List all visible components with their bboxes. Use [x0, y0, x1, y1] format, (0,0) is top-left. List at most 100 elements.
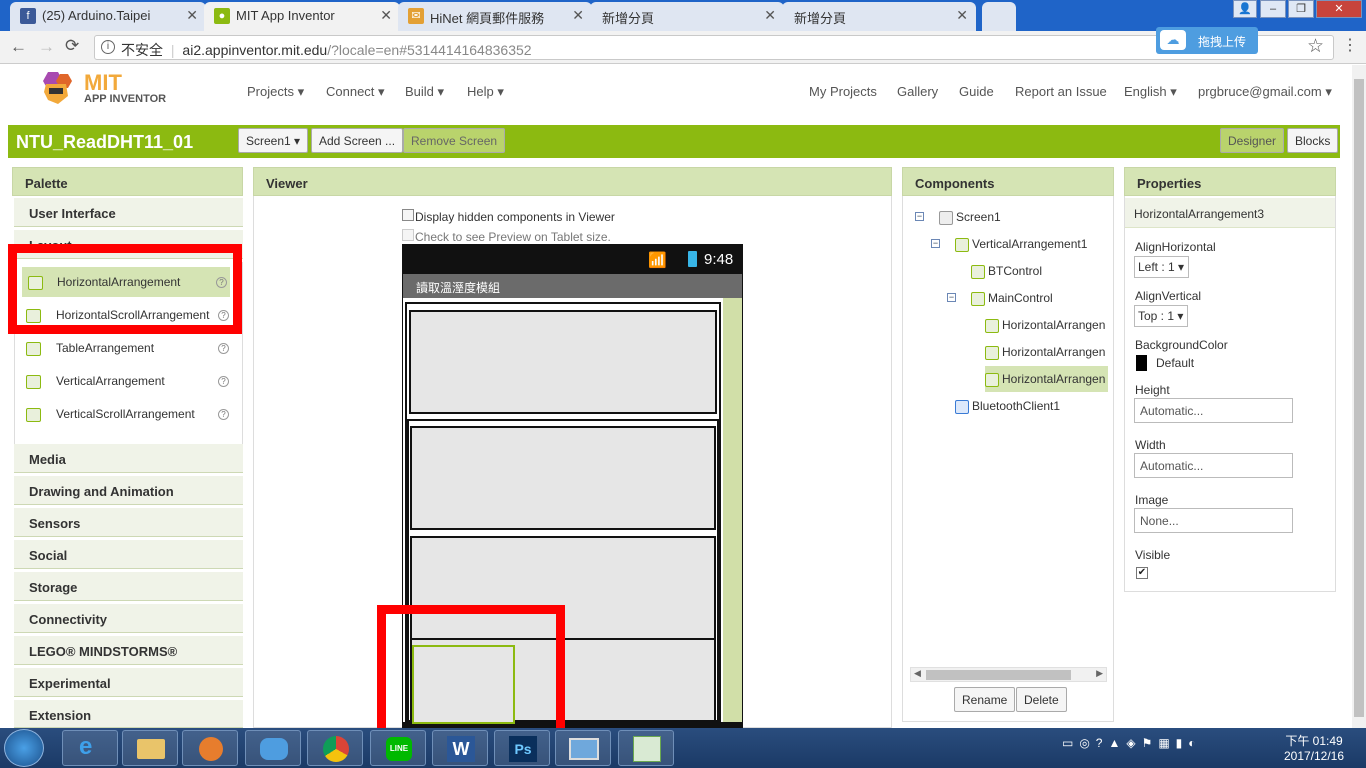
- category-experimental[interactable]: Experimental: [14, 668, 243, 697]
- tree-node-horizontal-arrangement2[interactable]: HorizontalArrangen: [985, 345, 1105, 360]
- close-icon[interactable]: ✕: [380, 7, 392, 24]
- word-icon[interactable]: W: [432, 730, 488, 766]
- category-media[interactable]: Media: [14, 444, 243, 473]
- palette-item-vertical-scroll-arrangement[interactable]: VerticalScrollArrangement ?: [14, 399, 243, 429]
- link-gallery[interactable]: Gallery: [897, 84, 938, 99]
- height-field[interactable]: Automatic...: [1134, 398, 1293, 423]
- remove-screen-button[interactable]: Remove Screen: [403, 128, 506, 153]
- new-tab-button[interactable]: [982, 2, 1016, 31]
- forward-icon[interactable]: →: [38, 37, 55, 57]
- category-extension[interactable]: Extension: [14, 700, 243, 728]
- screen-scrollbar[interactable]: [723, 298, 742, 722]
- chrome-icon[interactable]: [307, 730, 363, 766]
- menu-language[interactable]: English ▾: [1124, 84, 1177, 100]
- upload-button[interactable]: ☁ 拖拽上传: [1156, 27, 1258, 54]
- tablet-preview-checkbox[interactable]: [402, 229, 414, 241]
- file-explorer-icon[interactable]: [122, 730, 178, 766]
- menu-build[interactable]: Build ▾: [405, 84, 444, 100]
- app-inventor-logo-icon[interactable]: [36, 70, 78, 106]
- category-lego-mindstorms[interactable]: LEGO® MINDSTORMS®: [14, 636, 243, 665]
- components-hscrollbar[interactable]: ◀ ▶: [910, 667, 1107, 682]
- collapse-icon[interactable]: −: [947, 293, 956, 302]
- line-app-icon[interactable]: LINE: [370, 730, 426, 766]
- scroll-right-icon[interactable]: ▶: [1096, 668, 1103, 679]
- link-my-projects[interactable]: My Projects: [809, 84, 877, 99]
- window-close-icon[interactable]: ✕: [1316, 0, 1362, 18]
- system-tray-icons[interactable]: ▭◎?▲◈⚑▦▮◐: [1062, 736, 1202, 750]
- screen-select-button[interactable]: Screen1 ▾: [238, 128, 309, 153]
- baidu-cloud-icon[interactable]: [245, 730, 301, 766]
- user-icon[interactable]: 👤: [1233, 0, 1257, 18]
- help-icon[interactable]: ?: [218, 343, 229, 354]
- tree-node-vertical-arrangement1[interactable]: VerticalArrangement1: [955, 237, 1087, 252]
- back-icon[interactable]: ←: [10, 37, 27, 57]
- palette-item-vertical-arrangement[interactable]: VerticalArrangement ?: [14, 366, 243, 396]
- chrome-menu-icon[interactable]: ⋮: [1342, 35, 1358, 55]
- align-horizontal-select[interactable]: Left : 1 ▾: [1134, 256, 1190, 278]
- page-scrollbar[interactable]: [1352, 65, 1366, 728]
- tab-app-inventor[interactable]: ● MIT App Inventor ✕: [204, 2, 400, 31]
- close-icon[interactable]: ✕: [764, 7, 776, 24]
- menu-connect[interactable]: Connect ▾: [326, 84, 385, 100]
- blocks-button[interactable]: Blocks: [1287, 128, 1339, 153]
- category-social[interactable]: Social: [14, 540, 243, 569]
- align-vertical-select[interactable]: Top : 1 ▾: [1134, 305, 1189, 327]
- designer-button[interactable]: Designer: [1220, 128, 1285, 153]
- category-drawing-animation[interactable]: Drawing and Animation: [14, 476, 243, 505]
- bookmark-star-icon[interactable]: ☆: [1307, 35, 1324, 58]
- tab-new-1[interactable]: 新增分頁 ✕: [590, 2, 784, 31]
- category-user-interface[interactable]: User Interface: [14, 198, 243, 227]
- image-viewer-icon[interactable]: [555, 730, 611, 766]
- close-icon[interactable]: ✕: [186, 7, 198, 24]
- link-guide[interactable]: Guide: [959, 84, 994, 99]
- category-storage[interactable]: Storage: [14, 572, 243, 601]
- close-icon[interactable]: ✕: [956, 7, 968, 24]
- tree-node-maincontrol[interactable]: MainControl: [971, 291, 1053, 306]
- close-icon[interactable]: ✕: [572, 7, 584, 24]
- delete-button[interactable]: Delete: [1016, 687, 1067, 712]
- scrollbar-thumb[interactable]: [926, 670, 1071, 680]
- tab-facebook[interactable]: f (25) Arduino.Taipei ✕: [10, 2, 206, 31]
- category-sensors[interactable]: Sensors: [14, 508, 243, 537]
- palette-item-table-arrangement[interactable]: TableArrangement ?: [14, 333, 243, 363]
- display-hidden-checkbox[interactable]: [402, 209, 414, 221]
- rename-button[interactable]: Rename: [954, 687, 1016, 712]
- arduino-editor-icon[interactable]: [618, 730, 674, 766]
- scroll-left-icon[interactable]: ◀: [914, 668, 921, 679]
- info-icon[interactable]: i: [101, 40, 115, 54]
- tree-node-horizontal-arrangement3[interactable]: HorizontalArrangen: [985, 372, 1105, 387]
- menu-projects[interactable]: Projects ▾: [247, 84, 304, 100]
- horizontal-arrangement1-preview[interactable]: [410, 426, 716, 530]
- image-field[interactable]: None...: [1134, 508, 1293, 533]
- link-report-issue[interactable]: Report an Issue: [1015, 84, 1107, 99]
- btcontrol-preview[interactable]: [409, 310, 717, 414]
- collapse-icon[interactable]: −: [931, 239, 940, 248]
- tab-hinet-mail[interactable]: ✉ HiNet 網頁郵件服務 ✕: [398, 2, 592, 31]
- photoshop-icon[interactable]: Ps: [494, 730, 550, 766]
- help-icon[interactable]: ?: [218, 409, 229, 420]
- reload-icon[interactable]: ⟳: [65, 36, 79, 56]
- tab-new-2[interactable]: 新增分頁 ✕: [782, 2, 976, 31]
- minimize-icon[interactable]: –: [1260, 0, 1286, 18]
- scrollbar-thumb[interactable]: [1354, 79, 1364, 717]
- internet-explorer-icon[interactable]: e: [62, 730, 118, 766]
- width-field[interactable]: Automatic...: [1134, 453, 1293, 478]
- help-icon[interactable]: ?: [218, 376, 229, 387]
- visible-checkbox[interactable]: ✔: [1136, 567, 1148, 579]
- start-button-icon[interactable]: [4, 729, 44, 767]
- tree-node-horizontal-arrangement1[interactable]: HorizontalArrangen: [985, 318, 1105, 333]
- url-field[interactable]: i 不安全 | ai2.appinventor.mit.edu/?locale=…: [94, 35, 1334, 60]
- media-player-icon[interactable]: [182, 730, 238, 766]
- color-swatch[interactable]: [1136, 355, 1147, 371]
- tree-node-btcontrol[interactable]: BTControl: [971, 264, 1042, 279]
- menu-account[interactable]: prgbruce@gmail.com ▾: [1198, 84, 1332, 100]
- maximize-icon[interactable]: ❐: [1288, 0, 1314, 18]
- category-connectivity[interactable]: Connectivity: [14, 604, 243, 633]
- background-color-value[interactable]: Default: [1156, 356, 1194, 370]
- tree-node-bluetooth-client1[interactable]: BluetoothClient1: [955, 399, 1060, 414]
- clock[interactable]: 下午 01:49 2017/12/16: [1278, 732, 1350, 763]
- tree-node-screen1[interactable]: Screen1: [939, 210, 1001, 225]
- collapse-icon[interactable]: −: [915, 212, 924, 221]
- add-screen-button[interactable]: Add Screen ...: [311, 128, 404, 153]
- menu-help[interactable]: Help ▾: [467, 84, 504, 100]
